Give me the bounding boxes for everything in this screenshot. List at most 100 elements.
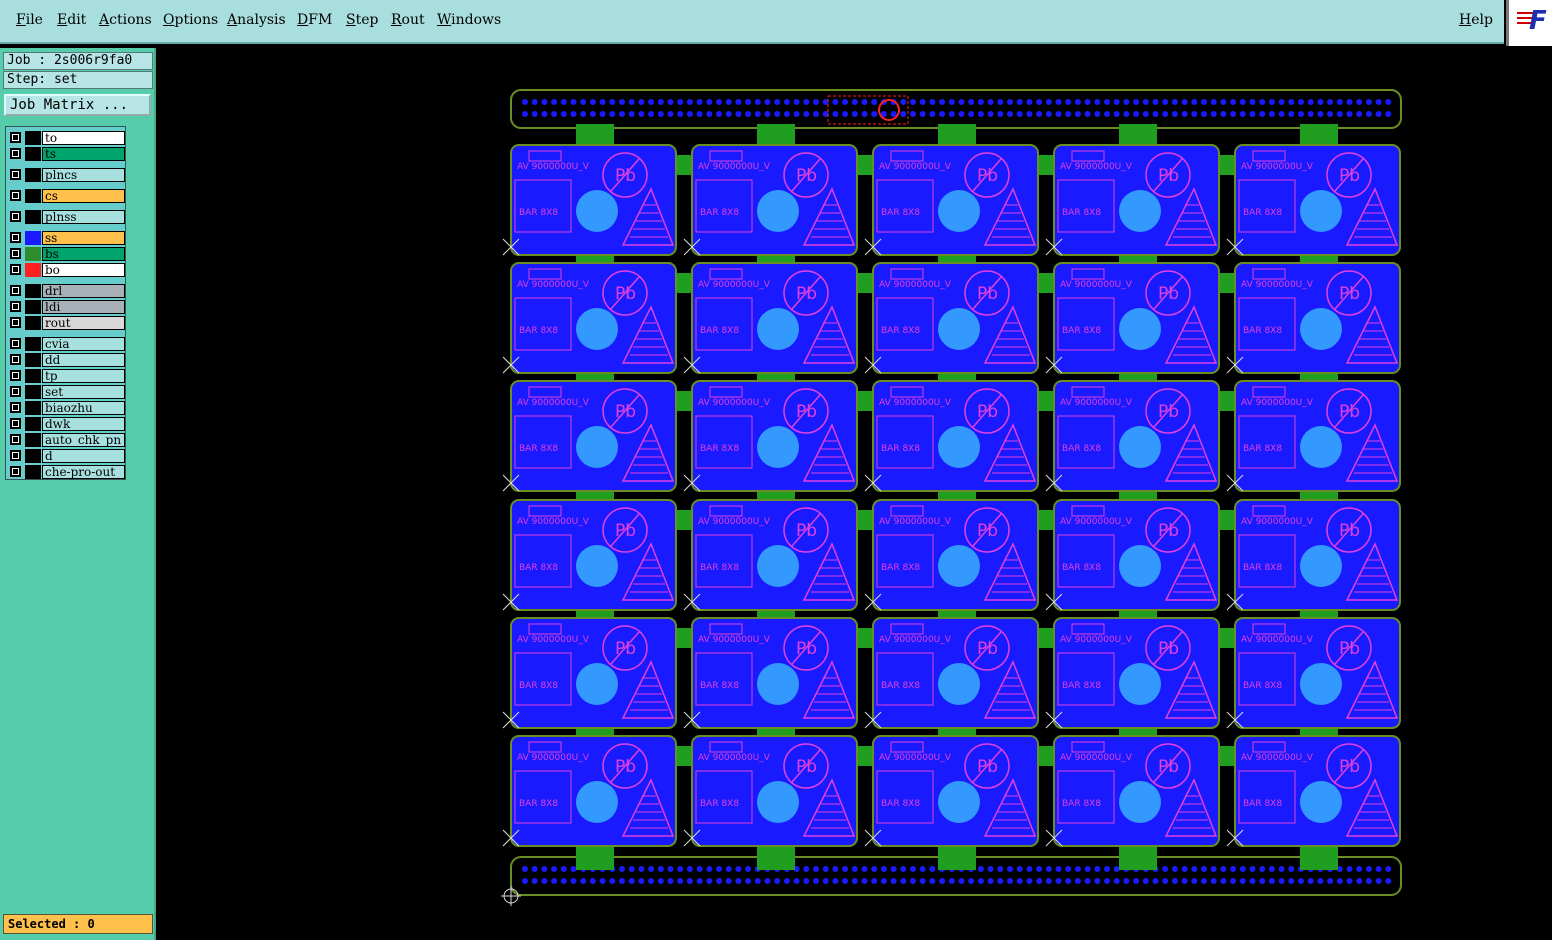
tooling-hole: [1055, 99, 1062, 105]
tooling-hole: [560, 99, 567, 105]
layer-row-cs[interactable]: cs: [8, 189, 125, 203]
menu-analysis[interactable]: Analysis: [227, 12, 286, 28]
unit-code-text: AV 9000000U_V: [1241, 635, 1314, 645]
fiducial-pad: [1300, 663, 1342, 705]
tooling-hole: [1181, 866, 1188, 872]
tooling-hole: [987, 866, 994, 872]
layer-checkbox[interactable]: [10, 386, 21, 397]
unit-code-text: AV 9000000U_V: [1060, 280, 1133, 290]
layer-checkbox[interactable]: [10, 211, 21, 222]
layer-row-set[interactable]: set: [8, 385, 125, 399]
layer-checkbox[interactable]: [10, 338, 21, 349]
pb-text: Pb: [615, 757, 636, 777]
unit-bar-text: BAR 8X8: [700, 326, 739, 336]
menu-options[interactable]: Options: [163, 12, 218, 28]
graphic-canvas[interactable]: AV 9000000U_V BAR 8X8 Pb AV 9000000U_V BAR 8…: [158, 46, 1552, 940]
layer-checkbox[interactable]: [10, 450, 21, 461]
job-matrix-button[interactable]: Job Matrix ...: [4, 94, 151, 116]
menu-file[interactable]: File: [16, 12, 43, 28]
menu-actions[interactable]: Actions: [99, 12, 152, 28]
layer-label: to: [42, 131, 125, 145]
layer-checkbox[interactable]: [10, 418, 21, 429]
tooling-hole: [1181, 111, 1188, 117]
layer-checkbox[interactable]: [10, 370, 21, 381]
tooling-hole: [1278, 99, 1285, 105]
layer-checkbox[interactable]: [10, 285, 21, 296]
layer-label: set: [42, 385, 125, 399]
menu-rout[interactable]: Rout: [391, 12, 425, 28]
layer-label: rout: [42, 316, 125, 330]
tooling-hole: [648, 866, 655, 872]
menu-help[interactable]: Help: [1459, 12, 1493, 28]
unit-bar-text: BAR 8X8: [519, 444, 558, 454]
unit-code-text: AV 9000000U_V: [1060, 162, 1133, 172]
menu-edit[interactable]: Edit: [57, 12, 86, 28]
layer-row-ldi[interactable]: ldi: [8, 300, 125, 314]
layer-row-dd[interactable]: dd: [8, 353, 125, 367]
layer-checkbox[interactable]: [10, 232, 21, 243]
pb-text: Pb: [1158, 402, 1179, 422]
layer-row-bo[interactable]: bo: [8, 263, 125, 277]
menu-windows[interactable]: Windows: [437, 12, 501, 28]
layer-row-rout[interactable]: rout: [8, 316, 125, 330]
layer-row-ts[interactable]: ts: [8, 147, 125, 161]
layer-row-che-pro-out[interactable]: che-pro-out: [8, 465, 125, 479]
pb-text: Pb: [796, 757, 817, 777]
layer-checkbox[interactable]: [10, 190, 21, 201]
tooling-hole: [1123, 878, 1130, 884]
unit-bar-text: BAR 8X8: [881, 208, 920, 218]
tooling-hole: [541, 878, 548, 884]
layer-row-dwk[interactable]: dwk: [8, 417, 125, 431]
tooling-hole: [793, 878, 800, 884]
layer-row-biaozhu[interactable]: biaozhu: [8, 401, 125, 415]
tooling-hole: [696, 878, 703, 884]
selected-status: Selected : 0: [3, 914, 153, 934]
layer-row-plnss[interactable]: plnss: [8, 210, 125, 224]
unit-bar-text: BAR 8X8: [1243, 326, 1282, 336]
layer-checkbox[interactable]: [10, 132, 21, 143]
layer-row-d[interactable]: d: [8, 449, 125, 463]
tooling-hole: [1045, 878, 1052, 884]
layer-checkbox[interactable]: [10, 169, 21, 180]
layer-row-tp[interactable]: tp: [8, 369, 125, 383]
layer-row-ss[interactable]: ss: [8, 231, 125, 245]
tooling-hole: [716, 866, 722, 872]
tooling-hole: [793, 99, 800, 105]
layer-row-auto_chk_pn[interactable]: auto_chk_pn: [8, 433, 125, 447]
layer-checkbox[interactable]: [10, 301, 21, 312]
layer-row-to[interactable]: to: [8, 131, 125, 145]
layer-row-plncs[interactable]: plncs: [8, 168, 125, 182]
layer-checkbox[interactable]: [10, 248, 21, 259]
tooling-hole: [793, 111, 800, 117]
step-label: Step: set: [3, 71, 153, 89]
tooling-hole: [1365, 99, 1372, 105]
tooling-hole: [648, 99, 655, 105]
fiducial-pad: [938, 663, 980, 705]
layer-color-swatch: [25, 417, 41, 431]
pb-text: Pb: [977, 402, 998, 422]
menu-dfm[interactable]: DFM: [297, 12, 332, 28]
tooling-hole: [851, 111, 858, 117]
layer-checkbox[interactable]: [10, 148, 21, 159]
tooling-hole: [851, 878, 858, 884]
layer-row-cvia[interactable]: cvia: [8, 337, 125, 351]
layer-row-bs[interactable]: bs: [8, 247, 125, 261]
layer-color-swatch: [25, 168, 41, 182]
tooling-hole: [977, 866, 984, 872]
layer-checkbox[interactable]: [10, 264, 21, 275]
tooling-hole: [803, 866, 810, 872]
menu-step[interactable]: Step: [346, 12, 378, 28]
tooling-hole: [628, 866, 635, 872]
tooling-hole: [929, 99, 936, 105]
layer-checkbox[interactable]: [10, 434, 21, 445]
tooling-hole: [657, 111, 664, 117]
layer-checkbox[interactable]: [10, 402, 21, 413]
unit-code-text: AV 9000000U_V: [517, 280, 590, 290]
layer-row-drl[interactable]: drl: [8, 284, 125, 298]
layer-checkbox[interactable]: [10, 466, 21, 477]
tooling-hole: [638, 111, 645, 117]
layer-checkbox[interactable]: [10, 354, 21, 365]
tooling-hole: [1356, 111, 1363, 117]
unit-bar-text: BAR 8X8: [1243, 799, 1282, 809]
layer-checkbox[interactable]: [10, 317, 21, 328]
